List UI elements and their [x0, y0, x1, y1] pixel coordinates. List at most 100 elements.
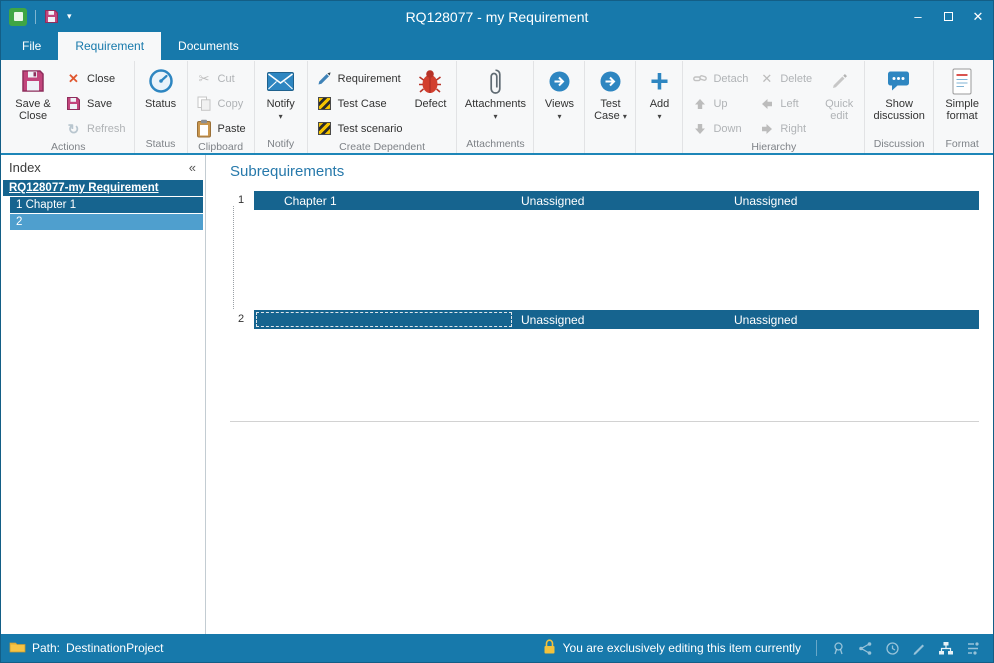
share-icon[interactable] — [855, 638, 875, 658]
add-button[interactable]: + Add ▾ — [639, 61, 679, 138]
create-test-case-button[interactable]: Test Case — [311, 91, 408, 116]
app-window: ▾ RQ128077 - my Requirement – ✕ File Req… — [0, 0, 994, 663]
title-edit-box[interactable] — [256, 312, 512, 327]
quick-edit-button[interactable]: Quick edit — [817, 61, 861, 141]
group-label-notify: Notify — [258, 138, 304, 153]
folder-icon — [9, 640, 26, 656]
tab-documents[interactable]: Documents — [161, 32, 256, 60]
close-item-button[interactable]: ✕ Close — [60, 66, 131, 91]
tree-item-2[interactable]: 2 — [10, 214, 203, 230]
ribbon-group-clipboard: ✂ Cut Copy Paste — [188, 61, 255, 153]
pencil-icon — [830, 67, 849, 95]
save-button[interactable]: Save — [60, 91, 131, 116]
ribbon-group-hierarchy: Detach Up Down — [683, 61, 865, 153]
test-case-button[interactable]: Test Case ▾ — [588, 61, 632, 138]
views-button[interactable]: Views ▾ — [537, 61, 581, 138]
group-label-discussion: Discussion — [868, 138, 930, 153]
tree-item-chapter-1[interactable]: 1 Chapter 1 — [10, 197, 203, 213]
row-number: 2 — [230, 310, 254, 325]
app-icon[interactable] — [9, 8, 27, 26]
subrequirement-header-bar[interactable]: Unassigned Unassigned — [254, 310, 979, 329]
group-label-attachments: Attachments — [460, 138, 530, 153]
move-up-button[interactable]: Up — [686, 91, 753, 116]
tab-file[interactable]: File — [5, 32, 58, 60]
test-case-icon — [316, 97, 333, 110]
hierarchy-icon[interactable] — [936, 638, 956, 658]
quick-save-icon[interactable] — [44, 9, 59, 24]
statusbar: Path: DestinationProject You are exclusi… — [1, 634, 993, 662]
delete-button[interactable]: ✕ Delete — [753, 66, 817, 91]
create-defect-button[interactable]: Defect — [407, 61, 453, 141]
simple-format-button[interactable]: Simple format — [937, 61, 987, 138]
group-label-status: Status — [138, 138, 184, 153]
tree-item-root[interactable]: RQ128077-my Requirement — [3, 180, 203, 196]
signature-icon[interactable] — [909, 638, 929, 658]
sidebar-title: Index — [9, 160, 41, 175]
group-label-views — [537, 138, 581, 153]
test-case-circle-icon — [599, 67, 622, 95]
ribbon-group-status: Status Status — [135, 61, 188, 153]
flow-icon[interactable] — [963, 638, 983, 658]
row-number: 1 — [230, 191, 254, 206]
arrow-left-icon — [758, 98, 775, 110]
status-button[interactable]: Status — [138, 61, 184, 138]
refresh-button[interactable]: ↻ Refresh — [60, 116, 131, 141]
paste-icon — [196, 119, 213, 138]
status-icon — [148, 67, 174, 95]
group-label-add — [639, 138, 679, 153]
move-right-button[interactable]: Right — [753, 116, 817, 141]
cut-icon: ✂ — [196, 72, 213, 85]
detach-button[interactable]: Detach — [686, 66, 753, 91]
content-divider — [230, 421, 979, 422]
collapse-sidebar-icon[interactable]: « — [189, 160, 196, 175]
arrow-down-icon — [691, 123, 708, 135]
notify-button[interactable]: Notify ▾ — [258, 61, 304, 138]
path-section: Path: DestinationProject — [9, 640, 163, 656]
delete-icon: ✕ — [758, 72, 775, 85]
dropdown-caret-icon: ▾ — [493, 113, 497, 120]
group-label-test-case — [588, 138, 632, 153]
move-down-button[interactable]: Down — [686, 116, 753, 141]
ribbon-group-add: + Add ▾ — [636, 61, 683, 153]
qat-dropdown-icon[interactable]: ▾ — [67, 11, 72, 22]
paste-button[interactable]: Paste — [191, 116, 251, 141]
plus-icon: + — [650, 67, 669, 95]
dropdown-caret-icon: ▾ — [279, 113, 283, 120]
content-title: Subrequirements — [230, 163, 979, 180]
move-left-button[interactable]: Left — [753, 91, 817, 116]
tab-requirement[interactable]: Requirement — [58, 32, 161, 60]
statusbar-separator — [816, 640, 817, 656]
save-icon — [65, 96, 82, 111]
minimize-button[interactable]: – — [903, 1, 933, 32]
subrequirement-header-bar[interactable]: Chapter 1 Unassigned Unassigned — [254, 191, 979, 210]
medal-icon[interactable] — [828, 638, 848, 658]
path-value: DestinationProject — [66, 641, 163, 655]
create-test-scenario-button[interactable]: Test scenario — [311, 116, 408, 141]
sidebar-header: Index « — [1, 155, 205, 180]
group-label-clipboard: Clipboard — [191, 141, 251, 154]
tree-connector-line — [233, 205, 234, 325]
cut-button[interactable]: ✂ Cut — [191, 66, 251, 91]
maximize-button[interactable] — [933, 1, 963, 32]
save-and-close-button[interactable]: Save & Close — [6, 61, 60, 141]
ribbon-group-format: Simple format Format — [934, 61, 990, 153]
group-label-hierarchy: Hierarchy — [686, 141, 861, 154]
dropdown-caret-icon: ▾ — [557, 113, 561, 120]
index-tree: RQ128077-my Requirement 1 Chapter 1 2 — [1, 180, 205, 231]
window-title: RQ128077 - my Requirement — [1, 9, 993, 25]
copy-button[interactable]: Copy — [191, 91, 251, 116]
document-icon — [952, 67, 972, 95]
subrequirement-col2: Unassigned — [521, 313, 734, 327]
show-discussion-button[interactable]: Show discussion — [868, 61, 930, 138]
attachments-button[interactable]: Attachments ▾ — [460, 61, 530, 138]
views-icon — [548, 67, 571, 95]
save-close-label: Save & Close — [9, 98, 57, 122]
subrequirement-content-area[interactable] — [230, 329, 979, 421]
window-controls: – ✕ — [903, 1, 993, 32]
close-window-button[interactable]: ✕ — [963, 1, 993, 32]
ribbon-group-create-dependent: Requirement Test Case Test scenario — [308, 61, 458, 153]
create-requirement-button[interactable]: Requirement — [311, 66, 408, 91]
history-icon[interactable] — [882, 638, 902, 658]
maximize-icon — [944, 12, 953, 21]
subrequirement-content-area[interactable] — [230, 210, 979, 310]
